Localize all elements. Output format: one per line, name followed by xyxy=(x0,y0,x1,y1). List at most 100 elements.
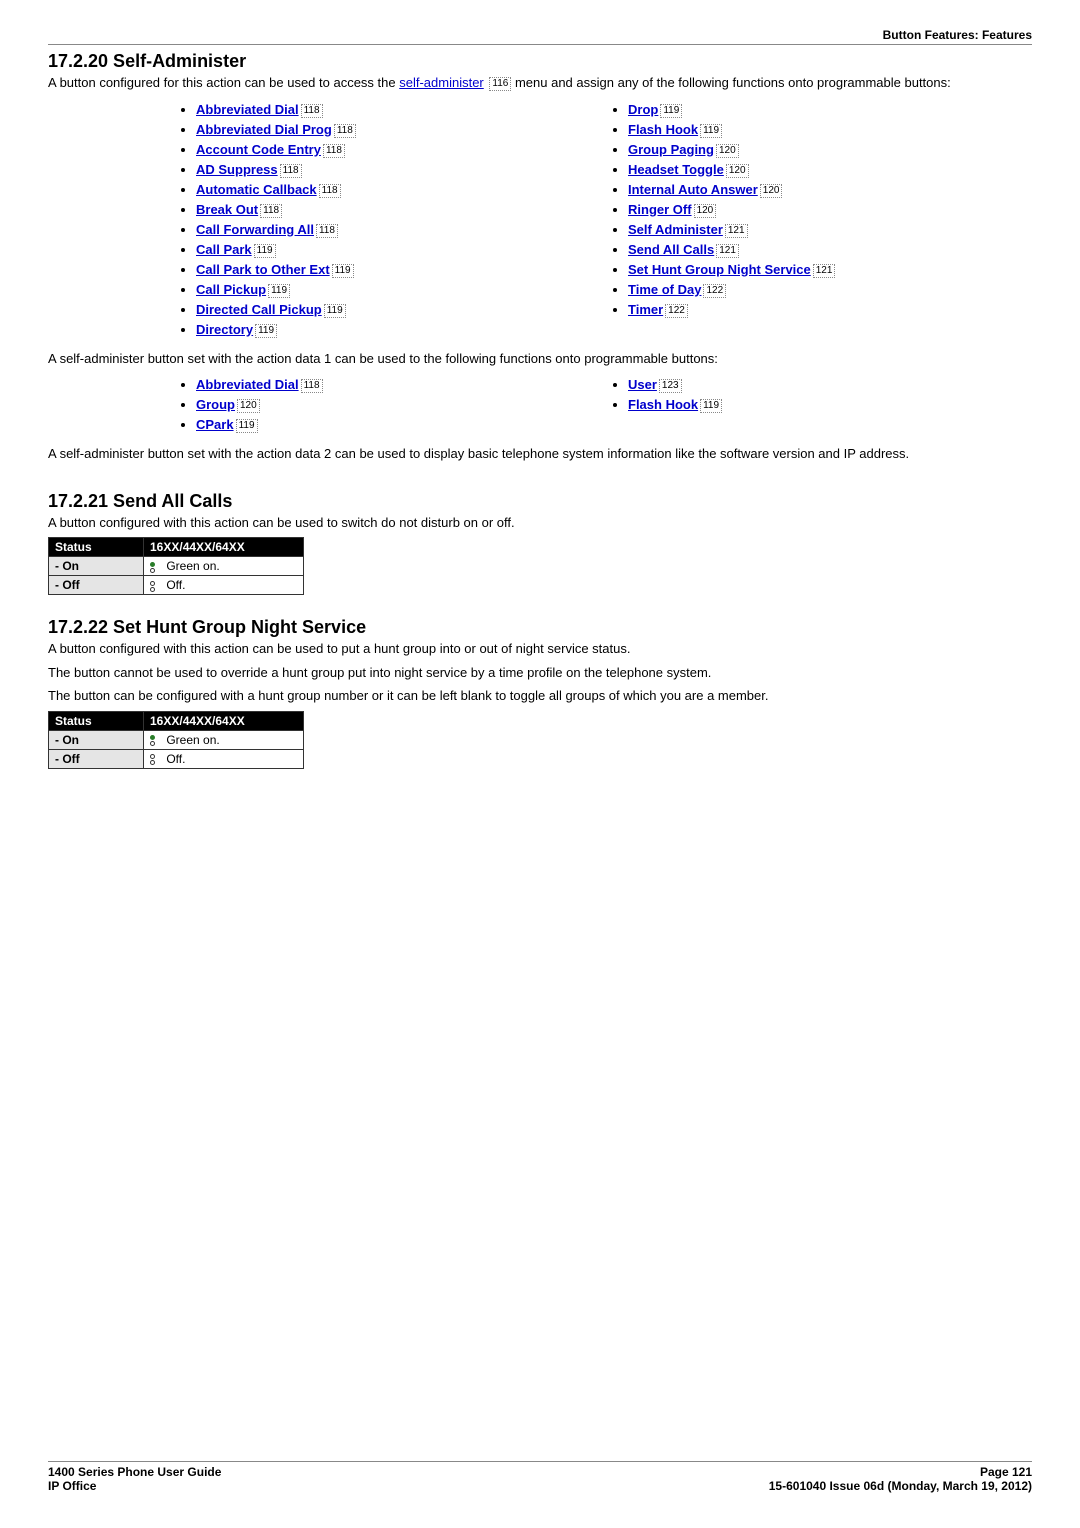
list-item: Abbreviated Dial Prog118 xyxy=(196,122,600,138)
page-ref: 119 xyxy=(700,124,722,138)
list-item: Flash Hook119 xyxy=(628,397,1032,413)
page-ref: 120 xyxy=(237,399,260,413)
feature-link[interactable]: Set Hunt Group Night Service xyxy=(628,262,811,277)
feature-link[interactable]: Directory xyxy=(196,322,253,337)
feature-link[interactable]: Call Park to Other Ext xyxy=(196,262,330,277)
mid-paragraph: A self-administer button set with the ac… xyxy=(48,350,1032,368)
page-ref: 118 xyxy=(260,204,282,218)
list-item: Time of Day122 xyxy=(628,282,1032,298)
footer-left-top: 1400 Series Phone User Guide xyxy=(48,1465,221,1479)
th-status: Status xyxy=(49,538,144,557)
page-ref: 118 xyxy=(334,124,356,138)
feature-link[interactable]: Group xyxy=(196,397,235,412)
feature-link[interactable]: Flash Hook xyxy=(628,122,698,137)
page-ref: 116 xyxy=(489,77,511,91)
list-item: Send All Calls121 xyxy=(628,242,1032,258)
feature-link[interactable]: Directed Call Pickup xyxy=(196,302,322,317)
feature-link[interactable]: Call Forwarding All xyxy=(196,222,314,237)
lamp-icon xyxy=(150,562,160,573)
value-text: Off. xyxy=(163,578,185,592)
feature-link[interactable]: Automatic Callback xyxy=(196,182,317,197)
page-ref: 123 xyxy=(659,379,682,393)
lamp-icon xyxy=(150,754,160,765)
list-item: Timer122 xyxy=(628,302,1032,318)
feature-list2-right: User123 Flash Hook119 xyxy=(610,373,1032,437)
link-self-administer[interactable]: self-administer xyxy=(399,75,484,90)
list-item: Group Paging120 xyxy=(628,142,1032,158)
page-ref: 122 xyxy=(665,304,688,318)
feature-list-right: Drop119Flash Hook119Group Paging120Heads… xyxy=(610,98,1032,342)
list-item: Group120 xyxy=(196,397,600,413)
footer-left: 1400 Series Phone User Guide IP Office xyxy=(48,1465,221,1493)
section-heading-send-all-calls: 17.2.21 Send All Calls xyxy=(48,491,1032,512)
th-status: Status xyxy=(49,711,144,730)
list-item: Abbreviated Dial118 xyxy=(196,377,600,393)
feature-link[interactable]: AD Suppress xyxy=(196,162,278,177)
feature-list-left: Abbreviated Dial118Abbreviated Dial Prog… xyxy=(178,98,600,342)
list-item: CPark119 xyxy=(196,417,600,433)
list-item: Drop119 xyxy=(628,102,1032,118)
feature-link[interactable]: Internal Auto Answer xyxy=(628,182,758,197)
section-heading-self-administer: 17.2.20 Self-Administer xyxy=(48,51,1032,72)
feature-link[interactable]: Group Paging xyxy=(628,142,714,157)
feature-link[interactable]: Abbreviated Dial xyxy=(196,102,299,117)
feature-link[interactable]: Timer xyxy=(628,302,663,317)
intro-post-text: menu and assign any of the following fun… xyxy=(515,75,951,90)
feature-link[interactable]: Call Pickup xyxy=(196,282,266,297)
value-cell: Green on. xyxy=(144,730,304,749)
feature-link[interactable]: Ringer Off xyxy=(628,202,692,217)
page-ref: 118 xyxy=(280,164,302,178)
feature-link[interactable]: CPark xyxy=(196,417,234,432)
th-model: 16XX/44XX/64XX xyxy=(144,711,304,730)
page-ref: 121 xyxy=(725,224,748,238)
value-text: Off. xyxy=(163,752,185,766)
feature-link[interactable]: Abbreviated Dial Prog xyxy=(196,122,332,137)
list-item: Account Code Entry118 xyxy=(196,142,600,158)
page-ref: 120 xyxy=(726,164,749,178)
lamp-icon xyxy=(150,581,160,592)
list-item: Call Park to Other Ext119 xyxy=(196,262,600,278)
page-ref: 120 xyxy=(716,144,739,158)
page-ref: 118 xyxy=(323,144,345,158)
intro-pre-text: A button configured for this action can … xyxy=(48,75,399,90)
page-footer: 1400 Series Phone User Guide IP Office P… xyxy=(48,1461,1032,1493)
feature-link[interactable]: Abbreviated Dial xyxy=(196,377,299,392)
section-heading-hunt-group: 17.2.22 Set Hunt Group Night Service xyxy=(48,617,1032,638)
footer-right-bottom: 15-601040 Issue 06d (Monday, March 19, 2… xyxy=(769,1479,1032,1493)
page-ref: 120 xyxy=(760,184,783,198)
list-item: Call Pickup119 xyxy=(196,282,600,298)
value-text: Green on. xyxy=(163,559,220,573)
hg-p1: A button configured with this action can… xyxy=(48,640,1032,658)
page-ref: 118 xyxy=(319,184,341,198)
feature-link[interactable]: Call Park xyxy=(196,242,252,257)
feature-link[interactable]: Time of Day xyxy=(628,282,701,297)
table-row: - Off Off. xyxy=(49,576,304,595)
page-ref: 118 xyxy=(316,224,338,238)
table-row: - On Green on. xyxy=(49,557,304,576)
feature-link[interactable]: User xyxy=(628,377,657,392)
status-cell: - Off xyxy=(49,576,144,595)
page-ref: 119 xyxy=(254,244,276,258)
value-cell: Off. xyxy=(144,749,304,768)
page-ref: 122 xyxy=(703,284,726,298)
feature-link[interactable]: Headset Toggle xyxy=(628,162,724,177)
list-item: Directory119 xyxy=(196,322,600,338)
status-cell: - Off xyxy=(49,749,144,768)
feature-link[interactable]: Self Administer xyxy=(628,222,723,237)
list-item: Headset Toggle120 xyxy=(628,162,1032,178)
list-item: Break Out118 xyxy=(196,202,600,218)
feature-link[interactable]: Drop xyxy=(628,102,658,117)
feature-link[interactable]: Send All Calls xyxy=(628,242,714,257)
intro-self-administer: A button configured for this action can … xyxy=(48,74,1032,92)
list-item: User123 xyxy=(628,377,1032,393)
list-item: Ringer Off120 xyxy=(628,202,1032,218)
page-ref: 119 xyxy=(700,399,722,413)
list-item: Call Forwarding All118 xyxy=(196,222,600,238)
page-ref: 118 xyxy=(301,379,323,393)
footer-right-top: Page 121 xyxy=(769,1465,1032,1479)
feature-link[interactable]: Break Out xyxy=(196,202,258,217)
hg-p3: The button can be configured with a hunt… xyxy=(48,687,1032,705)
feature-link[interactable]: Flash Hook xyxy=(628,397,698,412)
feature-link[interactable]: Account Code Entry xyxy=(196,142,321,157)
list-item: Automatic Callback118 xyxy=(196,182,600,198)
